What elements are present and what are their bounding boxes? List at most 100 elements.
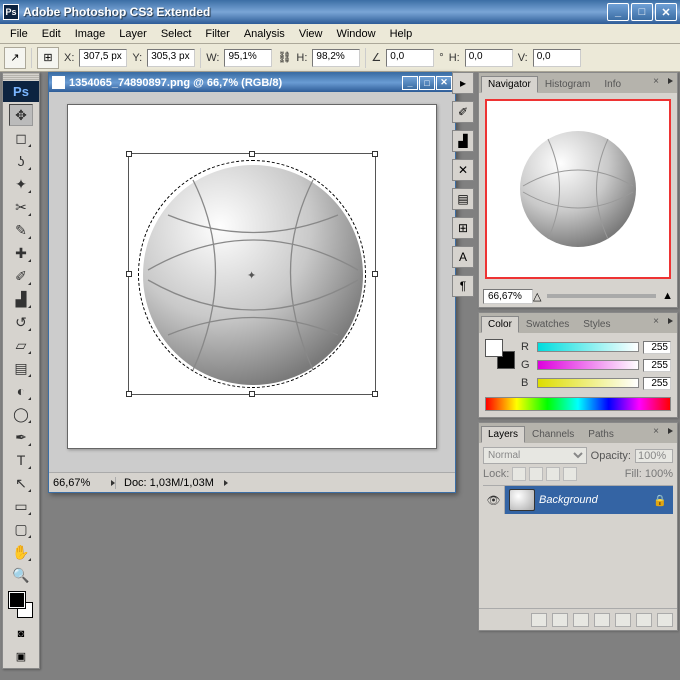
color-menu-icon[interactable] xyxy=(668,318,673,324)
nav-close-icon[interactable]: × xyxy=(653,76,659,87)
h-input[interactable]: 98,2% xyxy=(312,49,360,67)
menu-edit[interactable]: Edit xyxy=(36,26,67,42)
hand-tool[interactable]: ✋ xyxy=(9,541,33,563)
move-tool[interactable]: ✥ xyxy=(9,104,33,126)
center-point-icon[interactable]: ✦ xyxy=(247,269,256,282)
color-close-icon[interactable]: × xyxy=(653,316,659,327)
minimize-button[interactable]: _ xyxy=(607,3,629,21)
doc-info[interactable]: Doc: 1,03M/1,03M xyxy=(115,477,222,489)
g-slider[interactable] xyxy=(537,360,639,370)
angle-input[interactable]: 0,0 xyxy=(386,49,434,67)
ps-logo[interactable]: Ps xyxy=(3,81,39,102)
fill-field[interactable]: 100% xyxy=(645,468,673,480)
history-brush-tool[interactable]: ↺ xyxy=(9,311,33,333)
menu-filter[interactable]: Filter xyxy=(199,26,235,42)
r-value[interactable]: 255 xyxy=(643,341,671,354)
tab-layers[interactable]: Layers xyxy=(481,426,525,443)
menu-window[interactable]: Window xyxy=(330,26,381,42)
menu-image[interactable]: Image xyxy=(69,26,112,42)
layer-thumbnail[interactable] xyxy=(509,489,535,511)
crop-tool[interactable]: ✂ xyxy=(9,196,33,218)
heal-tool[interactable]: ✚ xyxy=(9,242,33,264)
g-value[interactable]: 255 xyxy=(643,359,671,372)
doc-maximize-button[interactable]: □ xyxy=(419,76,435,90)
shape-tool[interactable]: ▭ xyxy=(9,495,33,517)
layer-row[interactable]: 👁 Background 🔒 xyxy=(483,486,673,514)
y-input[interactable]: 305,3 px xyxy=(147,49,195,67)
lasso-tool[interactable]: ʖ xyxy=(9,150,33,172)
canvas-area[interactable]: ✦ xyxy=(49,92,455,472)
transform-box[interactable]: ✦ xyxy=(128,153,376,395)
strip-para-icon[interactable]: ¶ xyxy=(452,275,474,297)
navigator-thumbnail[interactable] xyxy=(485,99,671,279)
marquee-tool[interactable]: ◻ xyxy=(9,127,33,149)
maximize-button[interactable]: □ xyxy=(631,3,653,21)
new-layer-icon[interactable] xyxy=(636,613,652,627)
strip-brush-icon[interactable]: ✐ xyxy=(452,101,474,123)
wand-tool[interactable]: ✦ xyxy=(9,173,33,195)
blend-mode-select[interactable]: Normal xyxy=(483,447,587,464)
color-swatches[interactable] xyxy=(3,590,39,622)
tab-color[interactable]: Color xyxy=(481,316,519,333)
layers-close-icon[interactable]: × xyxy=(653,426,659,437)
opacity-field[interactable]: 100% xyxy=(635,449,673,463)
close-button[interactable]: ✕ xyxy=(655,3,677,21)
type-tool[interactable]: T xyxy=(9,449,33,471)
tab-paths[interactable]: Paths xyxy=(581,426,621,443)
zoom-out-icon[interactable]: △ xyxy=(533,290,541,303)
tab-channels[interactable]: Channels xyxy=(525,426,581,443)
lock-trans-icon[interactable] xyxy=(512,467,526,481)
adjustment-icon[interactable] xyxy=(594,613,610,627)
mask-icon[interactable] xyxy=(573,613,589,627)
tab-styles[interactable]: Styles xyxy=(576,316,617,333)
tab-histogram[interactable]: Histogram xyxy=(538,76,598,93)
link-icon[interactable]: ⛓ xyxy=(277,51,291,64)
w-input[interactable]: 95,1% xyxy=(224,49,272,67)
strip-char-icon[interactable]: A xyxy=(452,246,474,268)
fx-icon[interactable] xyxy=(552,613,568,627)
notes-tool[interactable]: ▢ xyxy=(9,518,33,540)
blur-tool[interactable]: ◐ xyxy=(9,380,33,402)
tab-info[interactable]: Info xyxy=(597,76,628,93)
reference-point-icon[interactable]: ⊞ xyxy=(37,47,59,69)
b-slider[interactable] xyxy=(537,378,639,388)
tab-swatches[interactable]: Swatches xyxy=(519,316,576,333)
stamp-tool[interactable]: ▟ xyxy=(9,288,33,310)
zoom-in-icon[interactable]: ▲ xyxy=(662,290,673,302)
vskew-input[interactable]: 0,0 xyxy=(533,49,581,67)
menu-help[interactable]: Help xyxy=(384,26,419,42)
menu-select[interactable]: Select xyxy=(155,26,198,42)
lock-pos-icon[interactable] xyxy=(546,467,560,481)
doc-info-menu-icon[interactable] xyxy=(224,480,228,486)
path-tool[interactable]: ↖ xyxy=(9,472,33,494)
menu-view[interactable]: View xyxy=(293,26,329,42)
delete-layer-icon[interactable] xyxy=(657,613,673,627)
lock-all-icon[interactable] xyxy=(563,467,577,481)
pen-tool[interactable]: ✒ xyxy=(9,426,33,448)
brush-tool[interactable]: ✐ xyxy=(9,265,33,287)
layer-name[interactable]: Background xyxy=(539,494,653,506)
menu-file[interactable]: File xyxy=(4,26,34,42)
eraser-tool[interactable]: ▱ xyxy=(9,334,33,356)
menu-layer[interactable]: Layer xyxy=(113,26,153,42)
screenmode-button[interactable]: ▣ xyxy=(9,646,33,666)
transform-tool-icon[interactable]: ↗ xyxy=(4,47,26,69)
group-icon[interactable] xyxy=(615,613,631,627)
b-value[interactable]: 255 xyxy=(643,377,671,390)
visibility-icon[interactable]: 👁 xyxy=(483,486,505,514)
strip-clone-icon[interactable]: ▟ xyxy=(452,130,474,152)
strip-swatches-icon[interactable]: ▤ xyxy=(452,188,474,210)
panel-swatches[interactable] xyxy=(485,339,515,369)
zoom-field[interactable]: 66,67% xyxy=(49,477,109,489)
link-layers-icon[interactable] xyxy=(531,613,547,627)
strip-options-icon[interactable]: ✕ xyxy=(452,159,474,181)
nav-zoom-field[interactable]: 66,67% xyxy=(483,289,533,304)
eyedropper-tool[interactable]: ✎ xyxy=(9,219,33,241)
nav-menu-icon[interactable] xyxy=(668,78,673,84)
layers-menu-icon[interactable] xyxy=(668,428,673,434)
canvas[interactable]: ✦ xyxy=(67,104,437,449)
quickmask-button[interactable]: ◙ xyxy=(9,624,33,644)
hskew-input[interactable]: 0,0 xyxy=(465,49,513,67)
x-input[interactable]: 307,5 px xyxy=(79,49,127,67)
strip-tools-icon[interactable]: ⊞ xyxy=(452,217,474,239)
